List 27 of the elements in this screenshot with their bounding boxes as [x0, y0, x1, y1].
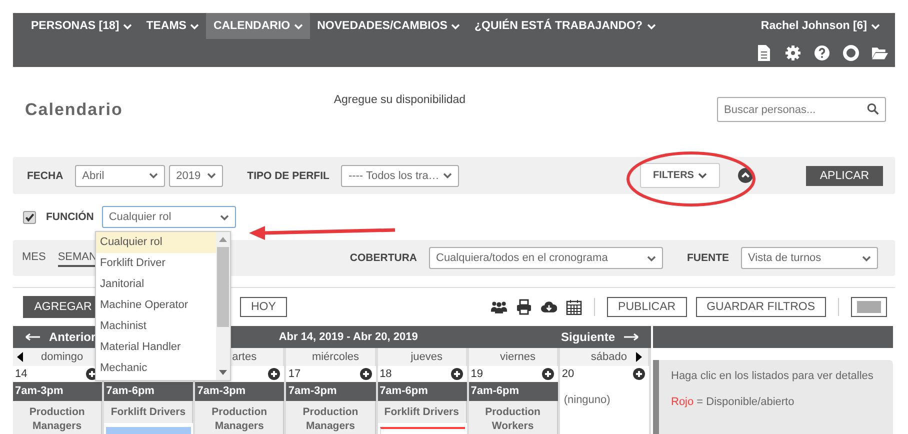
shift-time: 7am-3pm	[286, 382, 376, 401]
date-number: 18	[380, 368, 392, 380]
date-number: 20	[562, 368, 574, 380]
date-label: FECHA	[27, 170, 64, 182]
shift-time: 7am-3pm	[195, 382, 284, 401]
shift-time: 7am-6pm	[468, 382, 558, 401]
weekday-name: miércoles	[312, 351, 360, 363]
profile-type-label: TIPO DE PERFIL	[247, 170, 330, 182]
weekday-name: artes	[232, 351, 257, 363]
date-number: 14	[15, 368, 28, 380]
coverage-label: COBERTURA	[350, 252, 417, 264]
date-range: Abr 14, 2019 - Abr 20, 2019	[278, 331, 419, 343]
source-label: FUENTE	[687, 252, 729, 264]
weekday-name: viernes	[500, 351, 536, 363]
function-label: FUNCIÓN	[46, 211, 94, 223]
shift-time: 7am-3pm	[13, 382, 102, 401]
legend-text: Rojo = Disponible/abierto	[671, 395, 796, 410]
hint-text: Haga clic en los listados para ver detalles	[671, 369, 874, 384]
shift-time: 7am-6pm	[104, 382, 194, 401]
weekday-name: jueves	[410, 351, 443, 363]
shift-time: 7am-6pm	[378, 382, 467, 401]
date-number: 17	[288, 368, 301, 380]
date-number: 19	[470, 368, 483, 380]
weekday-name: domingo	[40, 351, 84, 363]
no-shifts-text: (ninguno)	[562, 393, 612, 408]
weekday-name: sábado	[590, 351, 627, 363]
page-title: Calendario	[25, 100, 123, 120]
